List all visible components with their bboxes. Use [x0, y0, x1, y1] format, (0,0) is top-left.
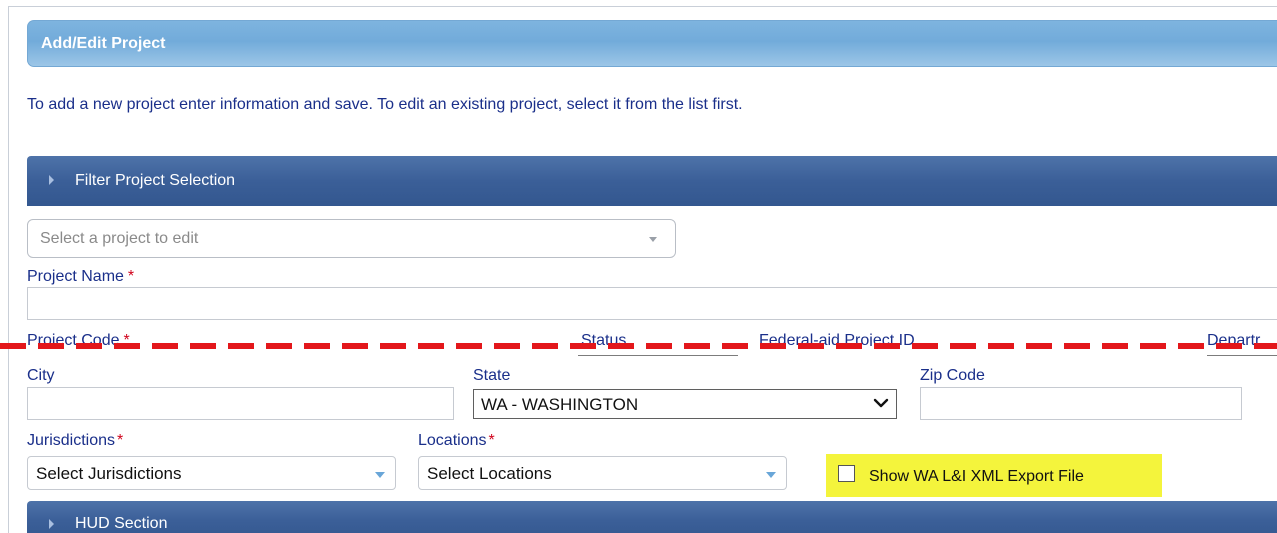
triangle-right-icon	[49, 175, 54, 185]
jurisdictions-dropdown-value: Select Jurisdictions	[36, 464, 182, 483]
city-input[interactable]	[27, 387, 454, 420]
hud-section-label: HUD Section	[75, 515, 168, 532]
state-label: State	[473, 367, 511, 384]
project-select-placeholder: Select a project to edit	[40, 230, 199, 247]
project-name-input[interactable]	[27, 287, 1277, 320]
state-select-value: WA - WASHINGTON	[481, 395, 639, 414]
export-file-highlight: Show WA L&I XML Export File	[826, 454, 1162, 497]
locations-label-text: Locations	[418, 432, 487, 449]
caret-down-icon	[766, 472, 776, 478]
locations-label: Locations *	[418, 432, 495, 450]
locations-dropdown[interactable]: Select Locations	[418, 456, 787, 490]
page-title: Add/Edit Project	[41, 35, 166, 52]
project-name-label: Project Name *	[27, 268, 134, 286]
state-select[interactable]: WA - WASHINGTON	[473, 389, 897, 419]
chevron-down-icon	[873, 398, 889, 408]
required-marker: *	[117, 432, 124, 449]
triangle-right-icon	[49, 519, 54, 529]
zip-code-input[interactable]	[920, 387, 1242, 420]
required-marker: *	[127, 268, 135, 285]
caret-down-icon	[375, 472, 385, 478]
filter-project-selection-header[interactable]: Filter Project Selection	[27, 156, 1277, 206]
locations-dropdown-value: Select Locations	[427, 464, 552, 483]
project-select-dropdown[interactable]: Select a project to edit	[27, 219, 676, 258]
city-label: City	[27, 367, 55, 384]
jurisdictions-label-text: Jurisdictions	[27, 432, 116, 449]
jurisdictions-label: Jurisdictions *	[27, 432, 123, 450]
jurisdictions-dropdown[interactable]: Select Jurisdictions	[27, 456, 396, 490]
show-xml-export-checkbox[interactable]	[838, 465, 855, 482]
caret-down-icon	[649, 237, 657, 242]
department-field[interactable]	[1207, 352, 1277, 356]
required-marker: *	[488, 432, 495, 449]
filter-section-label: Filter Project Selection	[75, 172, 236, 189]
hud-section-header[interactable]: HUD Section	[27, 501, 1277, 533]
panel-header: Add/Edit Project	[27, 20, 1277, 67]
instructions-text: To add a new project enter information a…	[27, 96, 743, 113]
show-xml-export-label[interactable]: Show WA L&I XML Export File	[869, 468, 1084, 486]
project-name-label-text: Project Name	[27, 268, 124, 285]
annotation-dashed-line	[0, 343, 1277, 349]
zip-code-label: Zip Code	[920, 367, 985, 384]
status-field[interactable]	[578, 352, 738, 356]
